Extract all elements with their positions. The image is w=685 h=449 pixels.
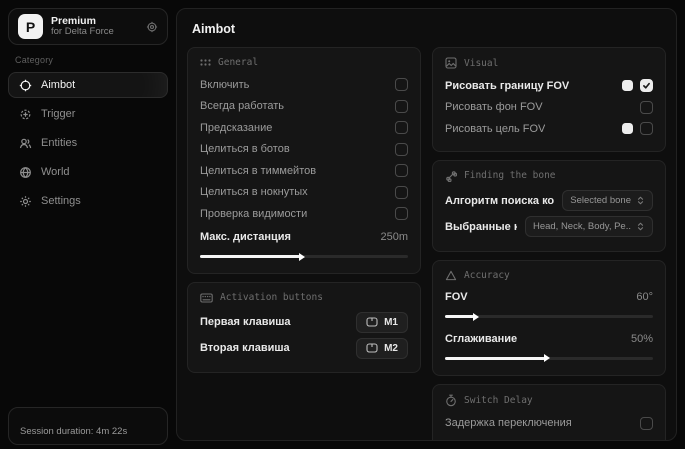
visual-row-label: Рисовать цель FOV xyxy=(445,123,545,135)
crosshair-icon xyxy=(19,79,32,92)
fov-border-color-swatch[interactable] xyxy=(622,80,633,91)
always-work-checkbox[interactable] xyxy=(395,100,408,113)
slider-value: 250m xyxy=(380,231,408,243)
slider-value: 50% xyxy=(631,333,653,345)
sidebar-item-world[interactable]: World xyxy=(8,159,168,185)
trigger-icon xyxy=(19,108,32,121)
visibility-check-checkbox[interactable] xyxy=(395,207,408,220)
sync-icon[interactable] xyxy=(146,21,158,33)
first-key-button[interactable]: M1 xyxy=(356,312,408,333)
slider-label: Сглаживание xyxy=(445,333,517,345)
toggle-label: Предсказание xyxy=(200,122,272,134)
section-title: General xyxy=(218,57,258,68)
bone-row-label: Алгоритм поиска костей xyxy=(445,195,554,207)
stopwatch-icon xyxy=(445,394,457,407)
slider-label: FOV xyxy=(445,291,468,303)
bone-card: Finding the bone Алгоритм поиска костей … xyxy=(432,160,666,252)
main-panel: Aimbot General Включить xyxy=(176,8,677,441)
bone-search-algorithm-select[interactable]: Selected bone xyxy=(562,190,653,211)
switch-delay-card: Switch Delay Задержка переключения Задер… xyxy=(432,384,666,442)
visual-card: Visual Рисовать границу FOV xyxy=(432,47,666,152)
second-key-button[interactable]: M2 xyxy=(356,338,408,359)
target-bots-checkbox[interactable] xyxy=(395,143,408,156)
slider-label: Макс. дистанция xyxy=(200,231,291,243)
sidebar-item-label: World xyxy=(41,166,70,178)
keybind-label: Вторая клавиша xyxy=(200,342,290,354)
sidebar-item-label: Trigger xyxy=(41,108,75,120)
accuracy-card: Accuracy FOV 60° Сглаживание 50% xyxy=(432,260,666,376)
section-title: Activation buttons xyxy=(220,292,323,303)
toggle-label: Всегда работать xyxy=(200,100,284,112)
visual-row-label: Рисовать границу FOV xyxy=(445,80,569,92)
chevron-up-down-icon xyxy=(636,195,645,206)
keybind-value: M2 xyxy=(384,343,398,354)
sidebar-item-label: Aimbot xyxy=(41,79,75,91)
grid-icon xyxy=(200,58,211,67)
sidebar-item-settings[interactable]: Settings xyxy=(8,188,168,214)
slider-value: 60° xyxy=(636,291,653,303)
visual-row-label: Рисовать фон FOV xyxy=(445,101,543,113)
app-subtitle: for Delta Force xyxy=(51,27,138,38)
app-header: P Premium for Delta Force xyxy=(8,8,168,45)
target-knocked-checkbox[interactable] xyxy=(395,186,408,199)
triangle-icon xyxy=(445,270,457,281)
activation-card: Activation buttons Первая клавиша M1 xyxy=(187,282,421,373)
check-icon xyxy=(642,81,651,90)
enable-checkbox[interactable] xyxy=(395,78,408,91)
bone-row-label: Выбранные кости xyxy=(445,221,517,233)
app-logo: P xyxy=(18,14,43,39)
mouse-icon xyxy=(366,343,378,353)
sidebar-item-label: Settings xyxy=(41,195,81,207)
section-title: Visual xyxy=(464,58,498,69)
select-value: Selected bone xyxy=(570,195,631,206)
gear-icon xyxy=(19,195,32,208)
category-label: Category xyxy=(15,55,176,65)
bone-icon xyxy=(445,170,457,182)
prediction-checkbox[interactable] xyxy=(395,121,408,134)
sidebar-nav: Aimbot Trigger xyxy=(0,72,176,214)
toggle-label: Целиться в нокнутых xyxy=(200,186,308,198)
app-window: P Premium for Delta Force Category xyxy=(0,0,685,449)
sidebar-item-entities[interactable]: Entities xyxy=(8,130,168,156)
draw-fov-border-checkbox[interactable] xyxy=(640,79,653,92)
fov-target-color-swatch[interactable] xyxy=(622,123,633,134)
draw-fov-background-checkbox[interactable] xyxy=(640,101,653,114)
section-title: Switch Delay xyxy=(464,395,533,406)
image-icon xyxy=(445,57,457,69)
max-distance-slider[interactable] xyxy=(200,255,408,258)
draw-fov-target-checkbox[interactable] xyxy=(640,122,653,135)
toggle-label: Задержка переключения xyxy=(445,417,572,429)
page-title: Aimbot xyxy=(177,9,676,47)
sidebar-item-label: Entities xyxy=(41,137,77,149)
section-title: Finding the bone xyxy=(464,170,556,181)
globe-icon xyxy=(19,166,32,179)
toggle-label: Целиться в тиммейтов xyxy=(200,165,316,177)
smoothing-slider[interactable] xyxy=(445,357,653,360)
keybind-value: M1 xyxy=(384,317,398,328)
target-teammates-checkbox[interactable] xyxy=(395,164,408,177)
keyboard-icon xyxy=(200,293,213,303)
section-title: Accuracy xyxy=(464,270,510,281)
chevron-up-down-icon xyxy=(636,221,645,232)
mouse-icon xyxy=(366,317,378,327)
selected-bones-select[interactable]: Head, Neck, Body, Pe.. xyxy=(525,216,653,237)
keybind-label: Первая клавиша xyxy=(200,316,291,328)
entities-icon xyxy=(19,137,32,150)
sidebar-item-trigger[interactable]: Trigger xyxy=(8,101,168,127)
switch-delay-checkbox[interactable] xyxy=(640,417,653,430)
fov-slider[interactable] xyxy=(445,315,653,318)
session-duration: Session duration: 4m 22s xyxy=(20,426,127,437)
select-value: Head, Neck, Body, Pe.. xyxy=(533,221,631,232)
sidebar-item-aimbot[interactable]: Aimbot xyxy=(8,72,168,98)
session-box: Session duration: 4m 22s xyxy=(8,407,168,445)
general-card: General Включить Всегда работать Предска… xyxy=(187,47,421,274)
toggle-label: Целиться в ботов xyxy=(200,143,290,155)
toggle-label: Включить xyxy=(200,79,249,91)
toggle-label: Проверка видимости xyxy=(200,208,307,220)
sidebar: P Premium for Delta Force Category xyxy=(0,0,176,449)
